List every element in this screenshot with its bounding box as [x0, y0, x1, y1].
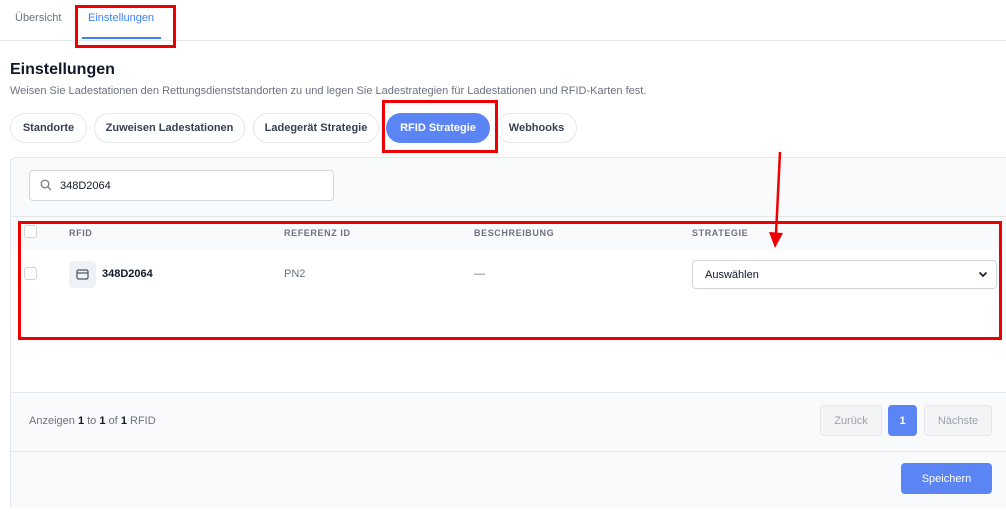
pagination-to-word: to — [87, 415, 97, 427]
description-cell: — — [474, 268, 485, 280]
pagination-to: 1 — [99, 415, 106, 427]
select-all-checkbox[interactable] — [24, 225, 37, 238]
annotation-arrow-icon — [769, 151, 783, 248]
chevron-down-icon — [978, 271, 988, 278]
pagination-from: 1 — [77, 415, 85, 427]
column-header-description: BESCHREIBUNG — [474, 228, 555, 238]
tab-zuweisen-ladestationen[interactable]: Zuweisen Ladestationen — [94, 113, 245, 143]
pagination-of-word: of — [108, 415, 118, 427]
save-button[interactable]: Speichern — [901, 463, 992, 494]
tab-settings[interactable]: Einstellungen — [88, 12, 154, 24]
previous-page-button[interactable]: Zurück — [820, 405, 882, 436]
rfid-cell: 348D2064 — [102, 268, 153, 280]
reference-id-cell: PN2 — [284, 268, 306, 280]
page-subtitle: Weisen Sie Ladestationen den Rettungsdie… — [10, 85, 647, 97]
pagination-prefix: Anzeigen — [29, 415, 75, 427]
search-icon — [40, 179, 52, 191]
tab-rfid-strategie[interactable]: RFID Strategie — [386, 113, 490, 143]
page-title: Einstellungen — [10, 61, 115, 78]
card-icon — [69, 261, 96, 288]
tab-overview[interactable]: Übersicht — [15, 12, 61, 24]
page-1-button[interactable]: 1 — [888, 405, 917, 436]
tab-ladegeraet-strategie[interactable]: Ladegerät Strategie — [253, 113, 379, 143]
column-header-rfid: RFID — [69, 228, 93, 238]
pagination-summary: Anzeigen 1 to 1 of 1 RFID — [29, 415, 156, 427]
column-header-reference-id[interactable]: REFERENZ ID — [284, 228, 351, 238]
tab-standorte[interactable]: Standorte — [10, 113, 87, 143]
column-header-strategy: STRATEGIE — [692, 228, 749, 238]
row-checkbox[interactable] — [24, 267, 37, 280]
active-tab-indicator — [82, 37, 161, 39]
pagination-unit: RFID — [130, 415, 156, 427]
strategy-select-value: Auswählen — [705, 269, 759, 281]
pagination-total: 1 — [120, 415, 127, 427]
search-input[interactable]: 348D2064 — [29, 170, 334, 201]
strategy-select[interactable]: Auswählen — [692, 260, 997, 289]
next-page-button[interactable]: Nächste — [924, 405, 992, 436]
search-value: 348D2064 — [60, 180, 111, 192]
tab-webhooks[interactable]: Webhooks — [496, 113, 577, 143]
